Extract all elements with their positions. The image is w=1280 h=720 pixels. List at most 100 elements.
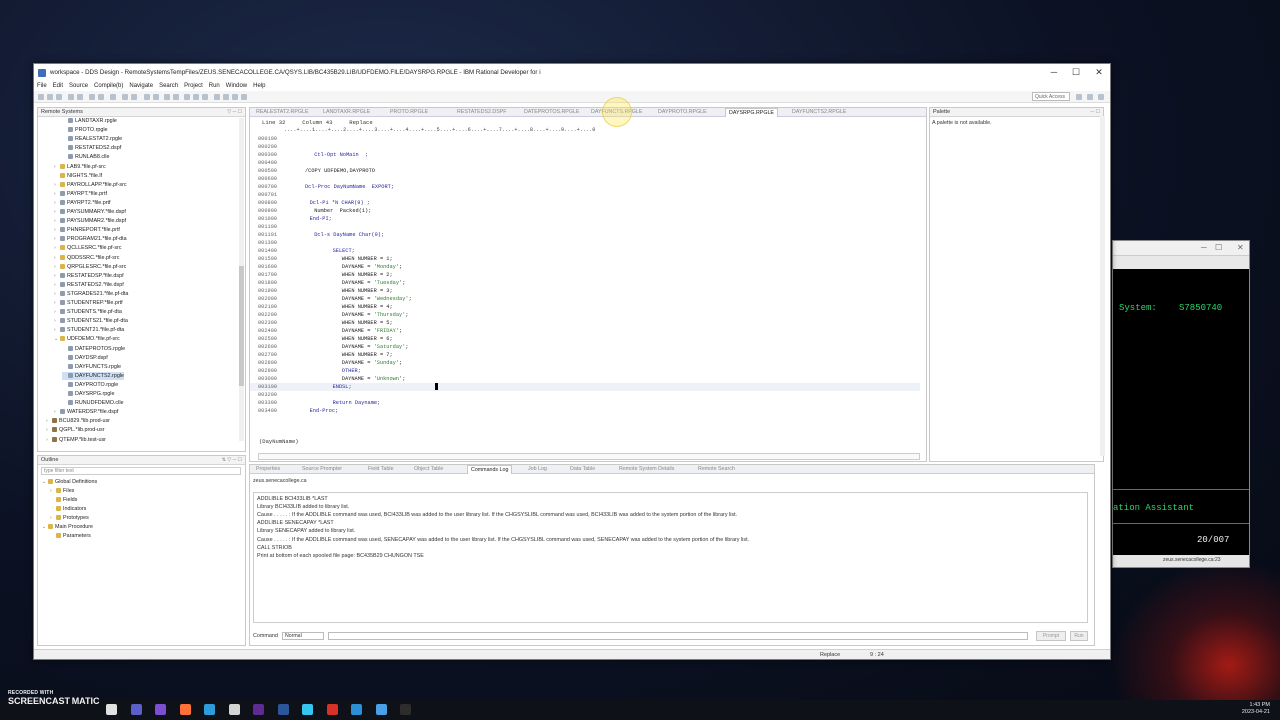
outline-view-controls[interactable]: ⇅ ▽ ─ ☐ [222,457,242,463]
filter-icon[interactable] [223,94,229,100]
editor-tab[interactable]: LANDTAXR.RPGLE [323,108,370,117]
outline-item[interactable]: Indicators [50,505,86,513]
tree-item[interactable]: › STUDENTREP.*file.prtf [54,299,123,307]
toggle-icon[interactable] [232,94,238,100]
external-tools-icon[interactable] [173,94,179,100]
taskbar-app-icon[interactable] [228,704,240,715]
outline-filter-input[interactable]: type filter text [41,467,241,475]
tree-item[interactable]: RUNLAB8.clle [62,153,109,161]
menu-navigate[interactable]: Navigate [129,83,153,89]
terminal-close-icon[interactable]: ✕ [1237,243,1244,252]
menu-file[interactable]: File [37,83,47,89]
tree-item[interactable]: REALESTAT2.rpgle [62,135,122,143]
menu-run[interactable]: Run [209,83,220,89]
code-line[interactable]: 002900 OTHER; [250,367,920,375]
console-tab[interactable]: Field Table [368,465,394,474]
code-line[interactable]: 000900 Number Packed(1); [250,207,920,215]
code-line[interactable]: 002800 DAYNAME = 'Sunday'; [250,359,920,367]
taskbar-app-icon[interactable] [106,704,117,715]
settings-icon[interactable] [241,94,247,100]
taskbar-app-icon[interactable] [253,704,264,715]
tree-item[interactable]: › QGPL.*lib.prod-usr [46,426,105,434]
debug-icon[interactable] [98,94,104,100]
prompt-button[interactable]: Prompt [1036,631,1066,641]
console-tab[interactable]: Commands Log [467,465,513,474]
tree-item[interactable]: RUNUDFDEMO.clle [62,399,124,407]
code-line[interactable]: 002100 WHEN NUMBER = 4; [250,303,920,311]
editor-tab[interactable]: DAYPROTO.RPGLE [658,108,707,117]
editor-tab[interactable]: RESTATEDS2.DSPF [457,108,507,117]
console-tab[interactable]: Source Prompter [302,465,342,474]
menu-window[interactable]: Window [226,83,247,89]
tree-item[interactable]: › PHNREPORT.*file.prtf [54,226,120,234]
palette-scrollbar[interactable] [1100,116,1105,456]
remote-systems-scroll-thumb[interactable] [239,266,244,386]
code-line[interactable]: 002600 DAYNAME = 'Saturday'; [250,343,920,351]
code-line[interactable]: 001300 [250,239,920,247]
tree-item[interactable]: › PAYRPT.*file.prtf [54,190,107,198]
terminal-maximize-icon[interactable]: ☐ [1215,243,1222,252]
tree-item[interactable]: › STGRADES21.*file.pf-dta [54,290,128,298]
outline-item[interactable]: Parameters [50,532,91,540]
remote-systems-scrollbar[interactable] [239,118,244,441]
ide-window[interactable]: workspace - DDS Design - RemoteSystemsTe… [33,63,1111,660]
taskbar-app-icon[interactable] [351,704,362,715]
menu-help[interactable]: Help [253,83,265,89]
terminal-titlebar[interactable]: ─ ☐ ✕ [1113,241,1249,255]
tree-item[interactable]: › PAYROLLAPP.*file.pf-src [54,181,127,189]
code-line[interactable]: 001100 [250,223,920,231]
tree-item[interactable]: PROTO.rpgle [62,126,108,134]
menu-edit[interactable]: Edit [53,83,63,89]
tree-item[interactable]: LANDTAXR.rpgle [62,117,117,125]
run-icon[interactable] [89,94,95,100]
tree-item[interactable]: › STUDENT21.*file.pf-dta [54,326,124,334]
tree-item[interactable]: › LAB9.*file.pf-src [54,163,106,171]
tree-item[interactable]: › QDDSSRC.*file.pf-src [54,254,119,262]
command-input[interactable] [328,632,1028,640]
open-perspective-icon[interactable] [144,94,150,100]
editor-tab[interactable]: REALESTAT2.RPGLE [256,108,309,117]
code-line[interactable]: 000200 [250,143,920,151]
save-icon[interactable] [47,94,53,100]
outline-item[interactable]: ⌄ Main Procedure [42,523,93,531]
back-icon[interactable] [122,94,128,100]
forward-icon[interactable] [131,94,137,100]
tree-item[interactable]: › PAYSUMMARY.*file.dspf [54,208,126,216]
code-line[interactable]: 001400 SELECT; [250,247,920,255]
code-line[interactable]: 003000 DAYNAME = 'Unknown'; [250,375,920,383]
tree-item[interactable]: DAYSRPG.rpgle [62,390,114,398]
menu-compileb[interactable]: Compile(b) [94,83,123,89]
tree-item[interactable]: › QRPGLESRC.*file.pf-src [54,263,126,271]
open-type-icon[interactable] [153,94,159,100]
code-line[interactable]: 003100 ENDSL; [250,383,920,391]
close-button[interactable]: ✕ [1088,64,1110,81]
code-line[interactable]: 000800 Dcl-Pi *N CHAR(9) ; [250,199,920,207]
taskbar-app-icon[interactable] [155,704,166,715]
run-button[interactable]: Run [1070,631,1088,641]
menu-source[interactable]: Source [69,83,88,89]
tree-item[interactable]: › PAYSUMMAR2.*file.dspf [54,217,126,225]
taskbar-app-icon[interactable] [130,704,142,715]
tree-item[interactable]: DAYDSP.dspf [62,354,108,362]
pin-icon[interactable] [184,94,190,100]
console-tab[interactable]: Object Table [414,465,443,474]
maximize-button[interactable]: ☐ [1065,64,1087,81]
navigate-icon[interactable] [193,94,199,100]
taskbar-app-icon[interactable] [302,704,313,715]
taskbar-app-icon[interactable] [179,704,191,715]
print-icon[interactable] [56,94,62,100]
tree-item[interactable]: › BCU829.*lib.prod-usr [46,417,110,425]
editor-tab[interactable]: DAYFUNCTS2.RPGLE [792,108,846,117]
outline-item[interactable]: › Files [50,487,74,495]
code-line[interactable]: 002000 DAYNAME = 'Wednesday'; [250,295,920,303]
taskbar-clock[interactable]: 1:43 PM 2023-04-21 [1242,702,1270,716]
code-line[interactable]: 001800 DAYNAME = 'Tuesday'; [250,279,920,287]
code-line[interactable]: 000300 Ctl-Opt NoMain ; [250,151,920,159]
code-line[interactable]: 002200 DAYNAME = 'Thursday'; [250,311,920,319]
code-line[interactable]: 003300 Return Dayname; [250,399,920,407]
tree-item[interactable]: RESTATEDS2.dspf [62,144,121,152]
terminal-window[interactable]: ─ ☐ ✕ System: S7850740 ation Assistant 2… [1112,240,1250,568]
outline-item[interactable]: ⌄ Global Definitions [42,478,97,486]
code-line[interactable]: 000100 [250,135,920,143]
code-line[interactable]: 000701 [250,191,920,199]
